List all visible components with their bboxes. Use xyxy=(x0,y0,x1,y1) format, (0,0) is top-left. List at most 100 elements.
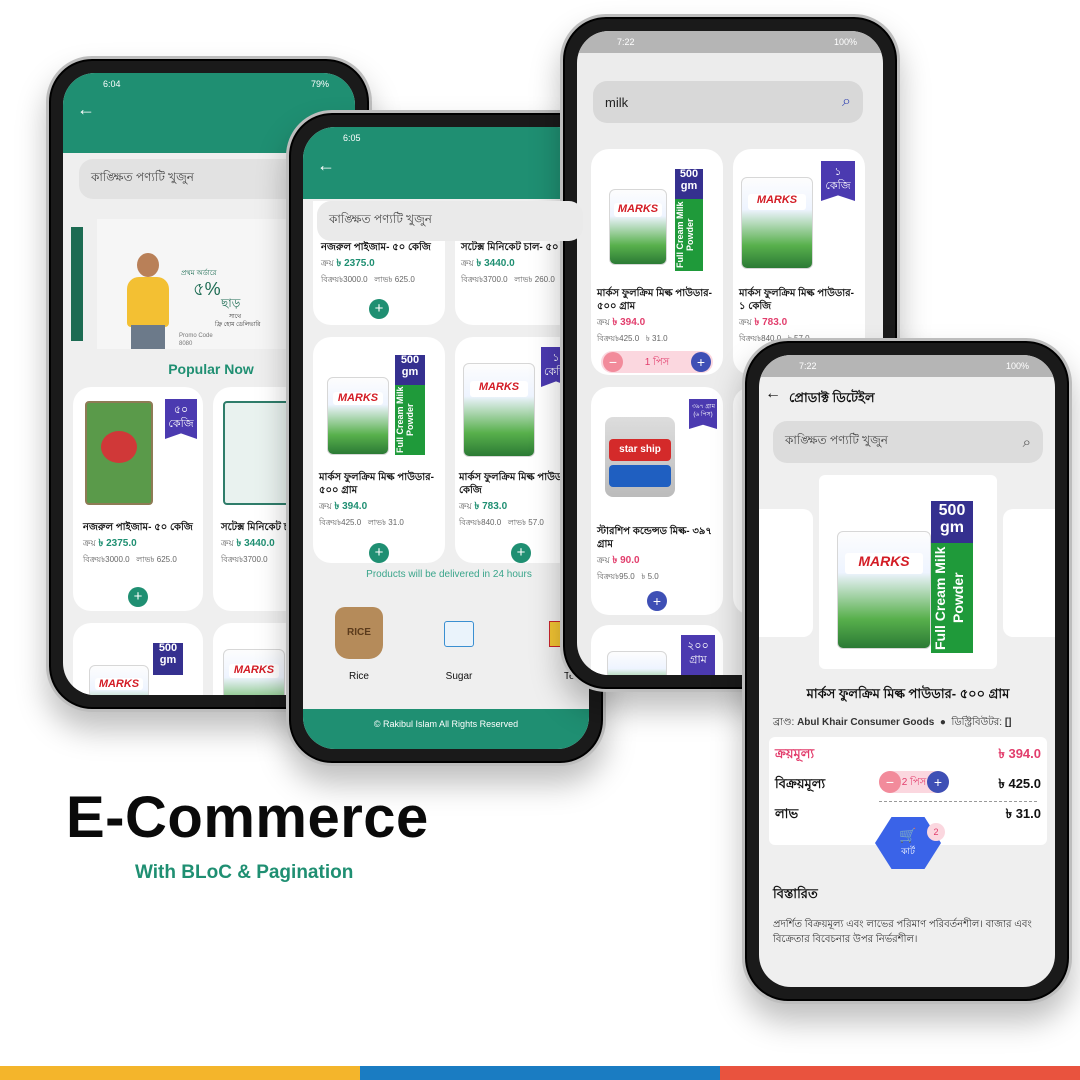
increase-button[interactable]: + xyxy=(691,352,711,372)
product-card[interactable]: MARKS 500 gm Full Cream Milk Powder মার্ক… xyxy=(591,149,723,375)
promo-canvas: 6:04 79% ← কাঙ্ক্ষিত পণ্যটি খুজুন প্রথম অ… xyxy=(0,0,1080,1080)
search-icon[interactable]: ⌕ xyxy=(1023,434,1031,451)
sell-price: ৳840.0 xyxy=(477,518,502,527)
search-input[interactable]: milk ⌕ xyxy=(593,81,863,123)
banner-line4: ফ্রি হোম ডেলিভারি xyxy=(215,322,261,328)
sell-label: বিক্রয় xyxy=(597,334,616,343)
quantity-value: 2 পিস xyxy=(901,777,927,788)
milk-powder-image: MARKS xyxy=(837,531,931,649)
distributor-label: ডিস্ট্রিবিউটর: xyxy=(951,717,1003,728)
carousel-prev-card[interactable] xyxy=(759,509,813,637)
search-value[interactable]: milk xyxy=(605,95,628,110)
decrease-button[interactable]: − xyxy=(879,771,901,793)
buy-label: ক্রয় xyxy=(83,538,96,548)
milk-powder-image: MARKS xyxy=(463,363,535,457)
sell-price: ৳3700.0 xyxy=(239,555,268,564)
size-badge: 500 gm xyxy=(675,168,703,199)
buy-label: ক্রয় xyxy=(459,501,472,511)
sell-price: ৳3000.0 xyxy=(339,275,368,284)
product-card[interactable]: star ship ৩৯৭ গ্রাম (৬ পিস) স্টারশিপ কন্… xyxy=(591,387,723,615)
buy-label: ক্রয় xyxy=(461,258,474,268)
carousel-next-card[interactable] xyxy=(1003,509,1055,637)
status-battery: 79% xyxy=(310,79,329,89)
decrease-button[interactable]: − xyxy=(603,352,623,372)
phone-pagination: 6:05 ← কাঙ্ক্ষিত পণ্যটি খুজুন নজরুল পাইজ… xyxy=(286,110,606,766)
hero-subtitle: With BLoC & Pagination xyxy=(135,862,354,883)
search-icon[interactable]: ⌕ xyxy=(842,93,851,111)
milk-powder-image: MARKS xyxy=(327,377,389,455)
bag-logo: MARKS xyxy=(845,552,923,574)
size-number: 500 xyxy=(400,354,420,366)
milk-powder-image: MARKS xyxy=(609,189,667,265)
size-unit: gm xyxy=(401,365,419,378)
add-to-cart-button[interactable]: + xyxy=(369,299,389,319)
quantity-value: 1 পিস xyxy=(644,357,670,368)
quantity-stepper[interactable]: − 2 পিস + xyxy=(879,771,949,793)
condensed-milk-tin-image: star ship xyxy=(605,417,675,497)
product-name: নজরুল পাইজাম- ৫০ কেজি xyxy=(321,242,431,253)
size-badge: 500 gm xyxy=(395,354,425,385)
product-card[interactable]: ৫০ কেজি নজরুল পাইজাম- ৫০ কেজি ক্রয় ৳ 23… xyxy=(73,387,203,611)
add-to-cart-button[interactable]: + xyxy=(369,543,389,563)
increase-button[interactable]: + xyxy=(927,771,949,793)
full-cream-strip: Full Cream Milk Powder xyxy=(395,385,425,455)
buy-label: ক্রয় xyxy=(739,317,752,327)
product-name: মার্কস ফুলক্রিম মিল্ক পাউডার- ৫০০ গ্রাম xyxy=(319,472,434,496)
buy-label: ক্রয় xyxy=(321,258,334,268)
buy-label: ক্রয় xyxy=(597,555,610,565)
profit-label: লাভ xyxy=(514,275,529,284)
product-name: মার্কস ফুলক্রিম মিল্ক পাউডার- ৫০০ গ্রাম xyxy=(806,686,1010,701)
profit-label: লাভ xyxy=(136,555,151,564)
page-title: প্রোডাক্ট ডিটেইল xyxy=(789,390,875,405)
add-to-cart-button[interactable]: + xyxy=(128,587,148,607)
full-cream-strip: Full Cream Milk Powder xyxy=(675,199,703,271)
full-cream-strip: Full Cream Milk Powder xyxy=(931,543,973,653)
cart-label: কার্ট xyxy=(901,846,915,856)
phone-product-detail: 7:22 100% ← প্রোডাক্ট ডিটেইল কাঙ্ক্ষিত পণ… xyxy=(742,338,1072,1004)
milk-powder-image: MARKS xyxy=(223,649,285,695)
product-card[interactable]: MARKS 500 gm xyxy=(73,623,203,695)
add-to-cart-button[interactable]: + xyxy=(511,543,531,563)
footer-text: © Rakibul Islam All Rights Reserved xyxy=(373,719,519,729)
product-name: নজরুল পাইজাম- ৫০ কেজি xyxy=(83,522,193,533)
product-card[interactable]: ২০০ গ্রাম xyxy=(591,625,723,675)
search-input[interactable]: কাঙ্ক্ষিত পণ্যটি খুজুন ⌕ xyxy=(773,421,1043,463)
add-to-cart-button[interactable]: + xyxy=(647,591,667,611)
back-arrow-icon[interactable]: ← xyxy=(765,385,781,403)
category-sugar[interactable]: Sugar xyxy=(423,597,495,682)
brand-line: ব্রাণ্ড: Abul Khair Consumer Goods ● ডিস… xyxy=(773,717,1012,728)
buy-price: ৳ 2375.0 xyxy=(336,258,375,269)
product-image-card: MARKS 500 gm Full Cream Milk Powder xyxy=(819,475,997,669)
buy-label: ক্রয় xyxy=(597,317,610,327)
buy-label: ক্রয়মূল্য xyxy=(775,746,815,761)
status-time: 7:22 xyxy=(799,361,817,371)
search-placeholder: কাঙ্ক্ষিত পণ্যটি খুজুন xyxy=(329,212,432,226)
sell-price: ৳3700.0 xyxy=(479,275,508,284)
quantity-stepper[interactable]: − 1 পিস + xyxy=(601,351,713,373)
category-label: Sugar xyxy=(445,671,473,682)
banner-promo-label: Promo Code xyxy=(179,333,213,339)
back-arrow-icon[interactable]: ← xyxy=(317,155,335,176)
search-input[interactable]: কাঙ্ক্ষিত পণ্যটি খুজুন xyxy=(317,201,583,241)
delivery-note: Products will be delivered in 24 hours xyxy=(366,569,532,580)
list-header: 6:05 ← xyxy=(303,127,589,199)
back-arrow-icon[interactable]: ← xyxy=(77,99,95,120)
buy-price: ৳ 90.0 xyxy=(612,555,640,566)
details-text: প্রদর্শিত বিক্রয়মূল্য এবং লাভের পরিমাণ … xyxy=(773,919,1032,945)
sell-label: বিক্রয় xyxy=(321,275,340,284)
sell-label: বিক্রয়মূল্য xyxy=(775,776,826,791)
product-weight-badge: ৩৯৭ গ্রাম (৬ পিস) xyxy=(689,399,717,429)
bar-segment-yellow xyxy=(0,1066,360,1080)
status-battery: 100% xyxy=(833,37,857,47)
category-label: Rice xyxy=(348,671,369,682)
bottom-color-bar xyxy=(0,1066,1080,1080)
sell-price: ৳95.0 xyxy=(615,572,635,581)
divider xyxy=(879,801,1037,802)
product-weight-badge: ৫০ কেজি xyxy=(165,399,197,439)
category-rice[interactable]: RICE Rice xyxy=(323,597,395,682)
profit: ৳ 5.0 xyxy=(641,572,659,581)
cart-count-badge: 2 xyxy=(927,823,945,841)
product-card[interactable]: MARKS 500 gm Full Cream Milk Powder মার্ক… xyxy=(313,337,445,563)
profit: ৳ 31.0 xyxy=(645,334,668,343)
carousel-side-strip xyxy=(71,227,83,341)
